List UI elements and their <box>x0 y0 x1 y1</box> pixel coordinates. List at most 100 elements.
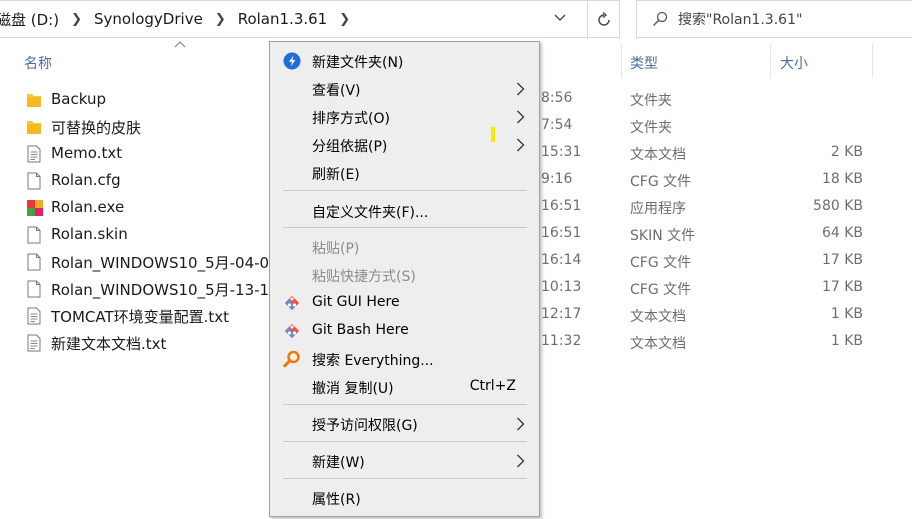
file-type: 文本文档 <box>630 147 686 163</box>
file-size: 17 KB <box>821 252 863 268</box>
file-type: CFG 文件 <box>630 282 692 298</box>
app-icon <box>26 199 43 217</box>
file-type: 文本文档 <box>630 309 686 325</box>
column-header-type[interactable]: 类型 <box>630 53 658 73</box>
breadcrumb-current-folder[interactable]: Rolan1.3.61 <box>238 10 328 28</box>
file-name: 新建文本文档.txt <box>51 335 167 353</box>
file-name: Rolan.cfg <box>51 171 121 189</box>
new-folder-icon <box>283 52 301 70</box>
menu-item-search-everything[interactable]: 搜索 Everything... <box>270 345 539 373</box>
submenu-arrow-icon <box>517 454 525 468</box>
menu-item-properties[interactable]: 属性(R) <box>270 484 539 512</box>
file-type: CFG 文件 <box>630 255 692 271</box>
menu-separator <box>283 441 527 442</box>
menu-item-git-gui[interactable]: Git GUI Here <box>270 289 539 317</box>
file-type: 文件夹 <box>630 120 672 136</box>
folder-icon <box>26 91 42 109</box>
file-size: 580 KB <box>813 198 863 214</box>
breadcrumb-chevron-icon[interactable]: ❯ <box>339 12 350 27</box>
refresh-button[interactable] <box>587 1 620 39</box>
menu-item-git-bash[interactable]: Git Bash Here <box>270 317 539 345</box>
file-icon <box>26 226 42 244</box>
column-divider[interactable] <box>621 44 622 78</box>
text-file-icon <box>26 307 42 325</box>
menu-item-customize-folder[interactable]: 自定义文件夹(F)... <box>270 197 539 225</box>
menu-item-new[interactable]: 新建(W) <box>270 447 539 475</box>
file-name: Rolan_WINDOWS10_5月-13-18 <box>51 281 279 299</box>
file-type: 文件夹 <box>630 93 672 109</box>
column-header-name[interactable]: 名称 <box>24 53 52 73</box>
column-header-size[interactable]: 大小 <box>780 53 808 73</box>
menu-item-undo-copy[interactable]: 撤消 复制(U) Ctrl+Z <box>270 373 539 401</box>
file-name: TOMCAT环境变量配置.txt <box>51 308 230 326</box>
menu-item-grant-access[interactable]: 授予访问权限(G) <box>270 410 539 438</box>
file-name: Memo.txt <box>51 144 123 162</box>
file-modified-time: 15:31 <box>541 144 582 160</box>
address-history-dropdown-icon[interactable] <box>553 10 567 28</box>
breadcrumb-drive[interactable]: 磁盘 (D:) <box>0 9 59 30</box>
file-modified-time: 16:51 <box>541 225 582 241</box>
menu-separator <box>283 190 527 191</box>
file-name: Rolan.exe <box>51 198 125 216</box>
breadcrumb-chevron-icon[interactable]: ❯ <box>71 12 82 27</box>
file-modified-time: 10:13 <box>541 279 582 295</box>
file-type: SKIN 文件 <box>630 228 696 244</box>
git-icon <box>284 295 300 311</box>
menu-item-new-folder[interactable]: 新建文件夹(N) <box>270 47 539 75</box>
address-bar[interactable]: 磁盘 (D:) ❯ SynologyDrive ❯ Rolan1.3.61 ❯ <box>0 0 620 39</box>
file-modified-time: 12:17 <box>541 306 582 322</box>
file-size: 1 KB <box>830 333 863 349</box>
git-icon <box>284 323 300 339</box>
menu-separator <box>283 404 527 405</box>
text-file-icon <box>26 145 42 163</box>
menu-separator <box>283 478 527 479</box>
column-divider[interactable] <box>872 44 873 78</box>
context-menu: 新建文件夹(N) 查看(V) 排序方式(O) 分组依据(P) 刷新(E) 自定义… <box>269 41 540 517</box>
file-size: 1 KB <box>830 306 863 322</box>
search-placeholder: 搜索"Rolan1.3.61" <box>678 12 803 28</box>
submenu-arrow-icon <box>517 417 525 431</box>
file-icon <box>26 280 42 298</box>
shortcut-label: Ctrl+Z <box>469 378 516 394</box>
magnifier-icon <box>283 350 300 368</box>
menu-item-sort-by[interactable]: 排序方式(O) <box>270 103 539 131</box>
menu-item-view[interactable]: 查看(V) <box>270 75 539 103</box>
submenu-arrow-icon <box>517 110 525 124</box>
submenu-arrow-icon <box>517 82 525 96</box>
file-type: 文本文档 <box>630 336 686 352</box>
column-divider[interactable] <box>770 44 771 78</box>
menu-separator <box>283 227 527 228</box>
file-size: 64 KB <box>821 225 863 241</box>
menu-item-group-by[interactable]: 分组依据(P) <box>270 131 539 159</box>
file-modified-time: 11:32 <box>541 333 582 349</box>
file-name: 可替换的皮肤 <box>51 119 142 137</box>
file-name: Rolan_WINDOWS10_5月-04-06 <box>51 254 279 272</box>
folder-icon <box>26 118 42 136</box>
file-name: Backup <box>51 90 106 108</box>
menu-item-refresh[interactable]: 刷新(E) <box>270 159 539 187</box>
file-name: Rolan.skin <box>51 225 128 243</box>
sort-ascending-icon <box>174 41 186 48</box>
file-type: CFG 文件 <box>630 174 692 190</box>
file-icon <box>26 172 42 190</box>
search-icon <box>653 11 668 26</box>
breadcrumb-chevron-icon[interactable]: ❯ <box>215 12 226 27</box>
refresh-icon <box>598 12 610 26</box>
file-modified-time: 16:14 <box>541 252 582 268</box>
file-modified-time: 8:56 <box>541 90 573 106</box>
file-type: 应用程序 <box>630 201 686 217</box>
menu-item-paste-shortcut: 粘贴快捷方式(S) <box>312 269 416 285</box>
file-size: 18 KB <box>821 171 863 187</box>
file-modified-time: 16:51 <box>541 198 582 214</box>
file-modified-time: 7:54 <box>541 117 573 133</box>
file-modified-time: 9:16 <box>541 171 573 187</box>
text-file-icon <box>26 334 42 352</box>
submenu-arrow-icon <box>517 138 525 152</box>
file-icon <box>26 253 42 271</box>
text-cursor-marker <box>491 127 495 142</box>
breadcrumb-synologydrive[interactable]: SynologyDrive <box>94 10 203 28</box>
file-size: 17 KB <box>821 279 863 295</box>
search-input[interactable]: 搜索"Rolan1.3.61" <box>636 0 912 38</box>
file-size: 2 KB <box>830 144 863 160</box>
menu-item-paste: 粘贴(P) <box>312 241 360 257</box>
